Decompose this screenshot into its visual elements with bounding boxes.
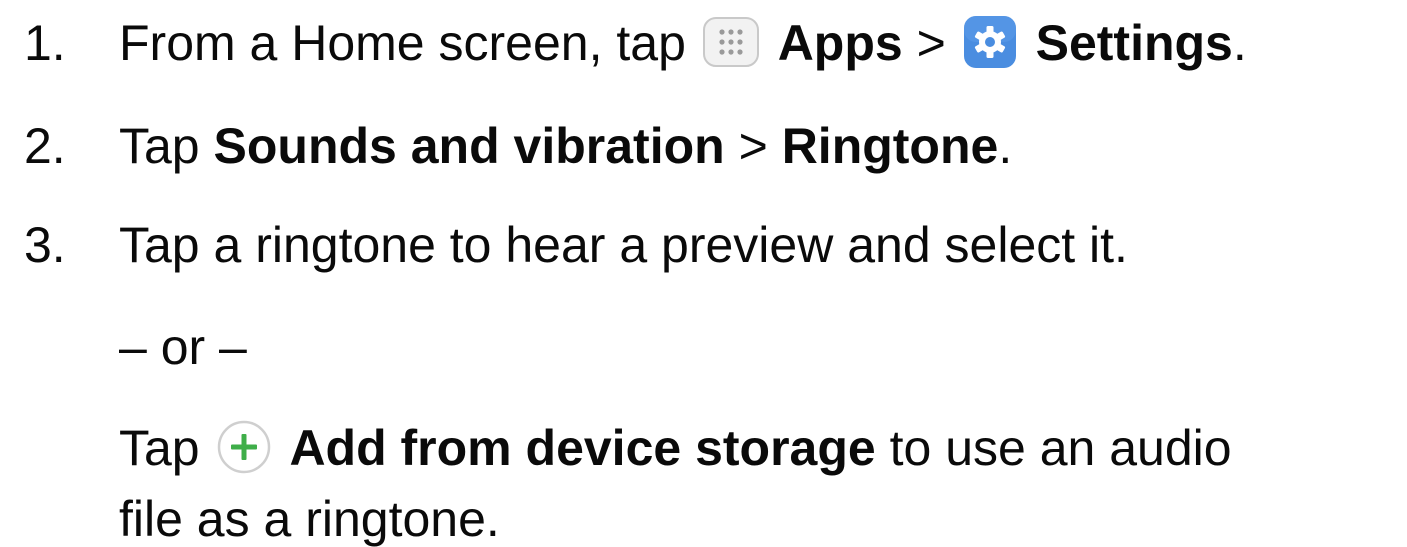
step-1-apps: Apps [777, 15, 903, 71]
alternative-rest-line-2: file as a ringtone. [119, 491, 500, 547]
step-1-intro: From a Home screen, tap [119, 15, 686, 71]
step-1-end: . [1232, 15, 1247, 71]
step-1-settings: Settings [1035, 15, 1233, 71]
step-2-ringtone: Ringtone [781, 118, 999, 174]
alternative-text: Tap Add from device storage to use an au… [119, 420, 1232, 480]
add-plus-icon [216, 419, 272, 475]
step-1-number: 1. [24, 15, 66, 71]
step-2-separator: > [738, 118, 768, 174]
step-3-number: 3. [24, 217, 66, 273]
step-1-separator: > [916, 15, 946, 71]
alternative-intro: Tap [119, 420, 200, 476]
step-2-intro: Tap [119, 118, 200, 174]
step-2-number: 2. [24, 118, 66, 174]
alternative-rest-line-1: to use an audio [889, 420, 1232, 476]
step-2-end: . [998, 118, 1013, 174]
step-2-text: Tap Sounds and vibration > Ringtone. [119, 121, 1012, 171]
alternative-action: Add from device storage [289, 420, 876, 476]
step-2-sounds: Sounds and vibration [213, 118, 725, 174]
apps-grid-icon [702, 16, 760, 68]
settings-gear-icon [962, 14, 1018, 70]
step-1-text: From a Home screen, tap Apps > Settings. [119, 15, 1247, 75]
or-label: – or – [119, 319, 247, 375]
step-3-text: Tap a ringtone to hear a preview and sel… [119, 217, 1128, 273]
